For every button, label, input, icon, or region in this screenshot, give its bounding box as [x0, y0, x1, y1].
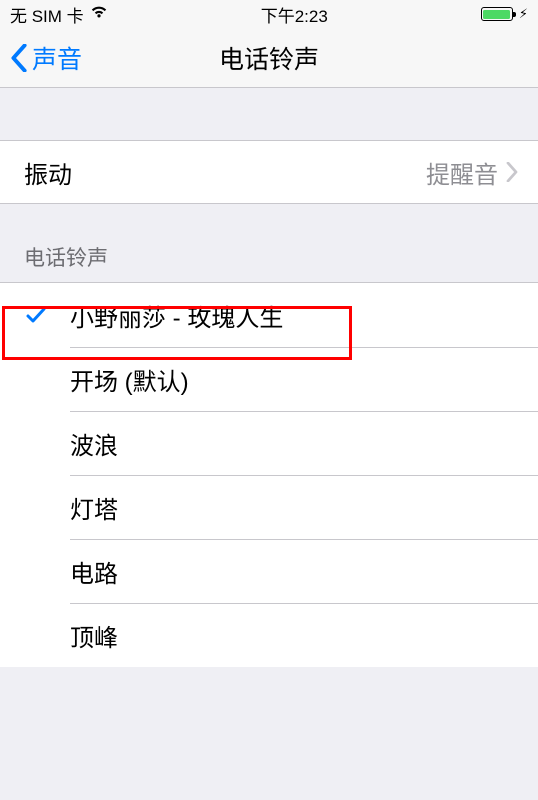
status-time: 下午2:23: [261, 2, 328, 27]
ringtone-row[interactable]: 开场 (默认): [0, 347, 538, 411]
ringtone-label: 小野丽莎 - 玫瑰人生: [70, 298, 283, 333]
status-bar: 无 SIM 卡 下午2:23 ⚡︎: [0, 0, 538, 28]
battery-icon: [481, 7, 513, 21]
ringtone-row[interactable]: 顶峰: [0, 603, 538, 667]
ringtone-label: 波浪: [70, 426, 118, 461]
ringtone-list: 小野丽莎 - 玫瑰人生 开场 (默认) 波浪 灯塔 电路 顶峰: [0, 282, 538, 667]
status-right: ⚡︎: [481, 6, 528, 22]
back-chevron-icon: [10, 44, 28, 72]
chevron-right-icon: [506, 162, 518, 182]
vibration-value: 提醒音: [426, 155, 498, 190]
ringtone-row[interactable]: 波浪: [0, 411, 538, 475]
wifi-icon: [90, 4, 108, 24]
navigation-bar: 声音 电话铃声: [0, 28, 538, 88]
charging-icon: ⚡︎: [519, 6, 528, 22]
ringtone-label: 开场 (默认): [70, 362, 189, 397]
ringtone-row[interactable]: 电路: [0, 539, 538, 603]
vibration-label: 振动: [24, 155, 72, 190]
back-label: 声音: [32, 40, 82, 76]
status-left: 无 SIM 卡: [10, 2, 108, 27]
ringtone-label: 灯塔: [70, 490, 118, 525]
vibration-cell[interactable]: 振动 提醒音: [0, 140, 538, 204]
carrier-text: 无 SIM 卡: [10, 2, 84, 27]
ringtone-row[interactable]: 灯塔: [0, 475, 538, 539]
ringtone-row[interactable]: 小野丽莎 - 玫瑰人生: [0, 283, 538, 347]
back-button[interactable]: 声音: [10, 40, 82, 76]
section-header: 电话铃声: [0, 204, 538, 282]
ringtone-label: 电路: [70, 554, 118, 589]
checkmark-icon: [24, 303, 48, 327]
ringtone-label: 顶峰: [70, 618, 118, 653]
spacer: [0, 88, 538, 140]
vibration-value-wrap: 提醒音: [426, 155, 518, 190]
